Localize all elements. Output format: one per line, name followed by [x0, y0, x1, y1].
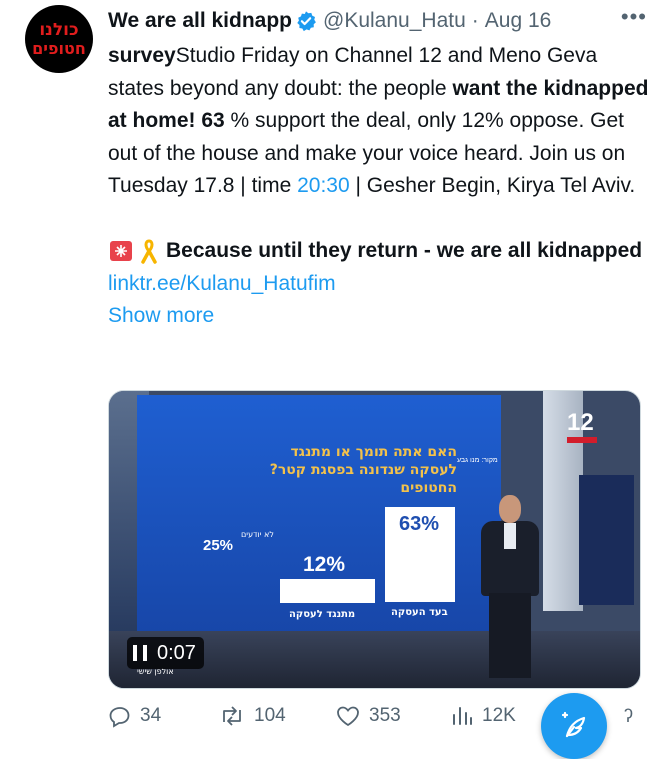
compose-tweet-button[interactable] — [541, 693, 607, 759]
unknown-label: לא יודעים — [241, 530, 274, 539]
oppose-percent: 12% — [303, 553, 346, 576]
avatar-text-line2: חטופים — [32, 38, 86, 58]
compose-feather-icon — [561, 711, 586, 738]
retweet-icon — [223, 706, 241, 726]
tweet-text-c: | Gesher Begin, Kirya Tel Aviv. — [349, 174, 636, 198]
verified-badge-icon — [297, 11, 316, 32]
studio-screen — [579, 475, 634, 605]
tweet-text: surveyStudio Friday on Channel 12 and Me… — [108, 40, 653, 333]
tweet-paragraph-1: surveyStudio Friday on Channel 12 and Me… — [108, 40, 653, 203]
tweet-paragraph-2: Because until they return - we are all k… — [108, 235, 653, 300]
unknown-percent: 25% — [203, 537, 234, 554]
bold-survey: survey — [108, 44, 176, 67]
reply-button[interactable]: 34 — [108, 704, 161, 728]
tweet-header: We are all kidnapp @Kulanu_Hatu · Aug 16… — [108, 4, 647, 36]
views-button[interactable]: 12K — [450, 704, 516, 728]
avatar-text-line1: כולנו — [39, 19, 79, 40]
reply-count: 34 — [140, 705, 162, 726]
support-percent: 63% — [399, 513, 440, 535]
bold-until-return: Because until they return - we are all k… — [166, 238, 643, 262]
tweet-date[interactable]: Aug 16 — [485, 9, 552, 33]
author-name[interactable]: We are all kidnapp — [108, 9, 292, 33]
support-label: בעד העסקה — [391, 607, 448, 618]
oppose-label: מתנגד לעסקה — [289, 609, 356, 620]
linktree-link[interactable]: linktr.ee/Kulanu_Hatufim — [108, 272, 336, 295]
presenter-legs — [489, 593, 531, 678]
poll-source: מקור: מנו גבע — [457, 457, 498, 464]
like-count: 353 — [369, 705, 401, 726]
header-separator: · — [471, 9, 479, 32]
retweet-count: 104 — [254, 705, 286, 726]
siren-icon — [110, 241, 132, 262]
reply-icon — [109, 707, 130, 728]
channel-logo-bar — [567, 437, 597, 443]
author-handle[interactable]: @Kulanu_Hatu — [323, 9, 466, 33]
poll-graphic: האם אתה תומך או מתנגד לעסקה שנדונה בפסגת… — [137, 395, 501, 637]
analytics-icon — [453, 707, 472, 725]
like-button[interactable]: 353 — [335, 704, 401, 728]
avatar[interactable]: כולנו חטופים — [25, 5, 93, 73]
channel-12-logo: 12 — [567, 409, 594, 436]
video-media[interactable]: האם אתה תומך או מתנגד לעסקה שנדונה בפסגת… — [108, 390, 641, 689]
video-playback-control[interactable]: 0:07 — [127, 637, 204, 669]
views-count: 12K — [482, 705, 516, 726]
heart-icon — [337, 706, 359, 727]
show-more-row: Show more — [108, 300, 653, 333]
show-more-link[interactable]: Show more — [108, 304, 214, 327]
video-time: 0:07 — [157, 641, 196, 664]
more-options-icon[interactable]: ••• — [621, 4, 647, 30]
retweet-button[interactable]: 104 — [218, 704, 286, 728]
pause-icon[interactable] — [133, 645, 147, 661]
presenter-shirt — [504, 523, 516, 549]
poll-question: האם אתה תומך או מתנגד לעסקה שנדונה בפסגת… — [269, 444, 457, 496]
presenter-head — [499, 495, 521, 523]
yellow-ribbon-icon — [141, 239, 157, 265]
share-icon[interactable]: ʔ — [624, 706, 633, 727]
time-link[interactable]: 20:30 — [297, 174, 350, 197]
oppose-bar — [280, 579, 375, 603]
